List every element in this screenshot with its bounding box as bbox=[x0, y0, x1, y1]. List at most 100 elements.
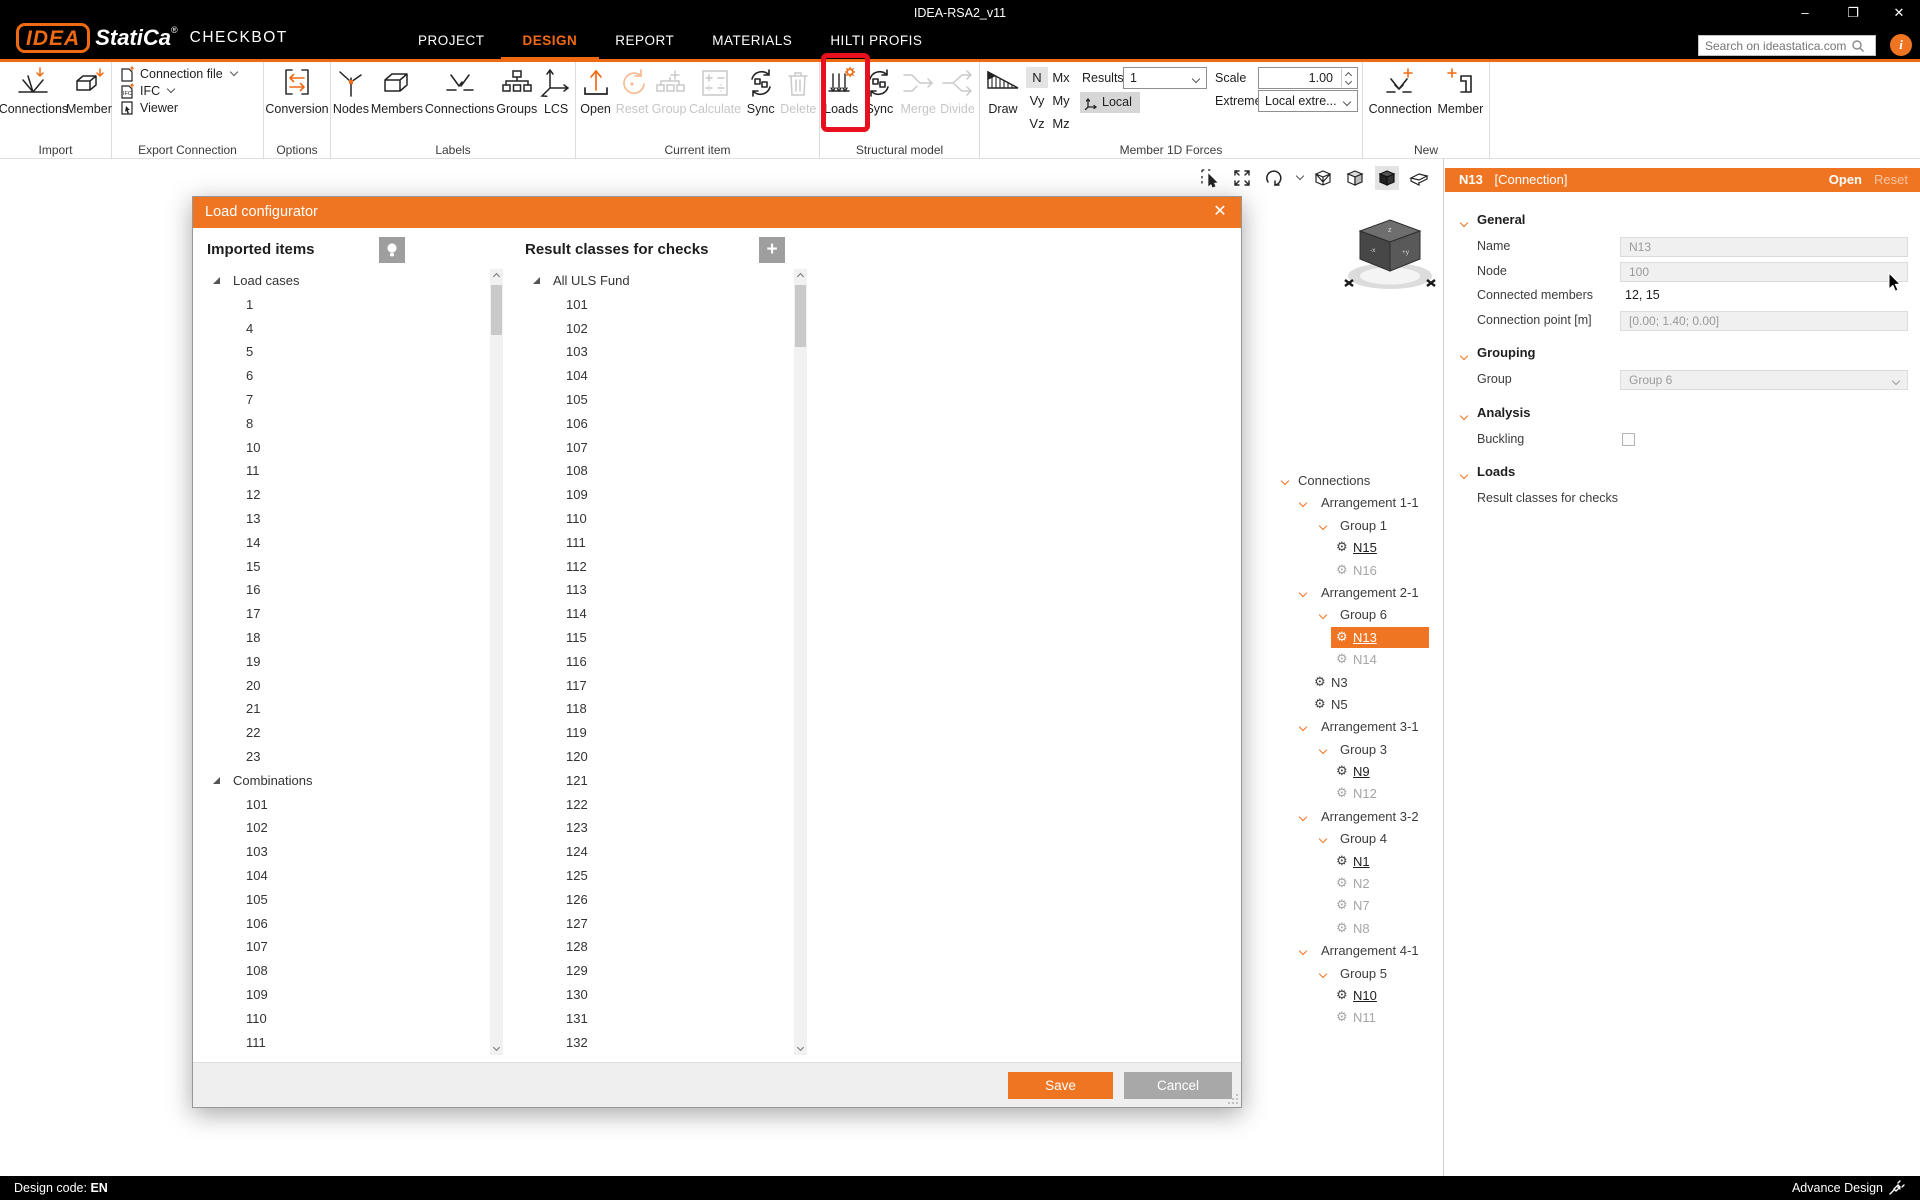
list-item[interactable]: 111 bbox=[205, 1031, 503, 1055]
tree-item-n14[interactable]: ⚙N14 bbox=[1278, 649, 1440, 671]
list-item[interactable]: 126 bbox=[525, 888, 807, 912]
list-item[interactable]: 117 bbox=[525, 674, 807, 698]
list-item[interactable]: 7 bbox=[205, 388, 503, 412]
list-item[interactable]: 115 bbox=[525, 626, 807, 650]
list-item[interactable]: 15 bbox=[205, 555, 503, 579]
tree-item-group-1[interactable]: Group 1 bbox=[1278, 515, 1440, 537]
list-item[interactable]: 110 bbox=[525, 507, 807, 531]
list-item[interactable]: 103 bbox=[525, 340, 807, 364]
chevron-down-icon[interactable] bbox=[1299, 947, 1307, 955]
toggle-vy[interactable]: Vy bbox=[1026, 90, 1048, 111]
ifc-button[interactable]: IFC IFC bbox=[120, 83, 174, 99]
list-item[interactable]: 10 bbox=[205, 436, 503, 460]
list-item[interactable]: 109 bbox=[205, 983, 503, 1007]
node-control[interactable]: 100 bbox=[1620, 262, 1908, 282]
draw-button[interactable]: Draw bbox=[985, 65, 1021, 116]
list-item[interactable]: 21 bbox=[205, 697, 503, 721]
conversion-button[interactable]: Conversion bbox=[265, 65, 328, 116]
list-item[interactable]: 6 bbox=[205, 364, 503, 388]
connection-point-m--control[interactable]: [0.00; 1.40; 0.00] bbox=[1620, 311, 1908, 331]
member-import-button[interactable]: Member bbox=[67, 65, 111, 116]
list-item[interactable]: 132 bbox=[525, 1031, 807, 1055]
orbit-icon[interactable] bbox=[1262, 166, 1286, 190]
tree-item-group-3[interactable]: Group 3 bbox=[1278, 739, 1440, 761]
menu-report[interactable]: REPORT bbox=[615, 26, 674, 59]
hint-lightbulb-button[interactable] bbox=[379, 237, 405, 263]
list-item[interactable]: 114 bbox=[525, 602, 807, 626]
tree-item-n16[interactable]: ⚙N16 bbox=[1278, 560, 1440, 582]
section-grouping[interactable]: Grouping bbox=[1445, 345, 1920, 369]
list-item[interactable]: 131 bbox=[525, 1007, 807, 1031]
list-item[interactable]: 20 bbox=[205, 674, 503, 698]
list-item[interactable]: 5 bbox=[205, 340, 503, 364]
restore-button[interactable]: ❐ bbox=[1838, 2, 1868, 24]
extreme-select[interactable]: Local extre... bbox=[1258, 90, 1358, 112]
solid-cube-icon[interactable] bbox=[1375, 166, 1399, 190]
new-member-button[interactable]: Member bbox=[1438, 65, 1484, 116]
chevron-down-icon[interactable] bbox=[1319, 835, 1327, 843]
list-item[interactable]: 107 bbox=[205, 935, 503, 959]
chevron-down-icon[interactable] bbox=[1299, 723, 1307, 731]
list-item[interactable]: 109 bbox=[525, 483, 807, 507]
list-item[interactable]: 14 bbox=[205, 531, 503, 555]
tree-item-group-4[interactable]: Group 4 bbox=[1278, 828, 1440, 850]
add-result-class-button[interactable]: + bbox=[759, 237, 785, 263]
local-button[interactable]: Local bbox=[1080, 92, 1140, 113]
delete-button[interactable]: Delete bbox=[780, 65, 816, 116]
list-item[interactable]: 110 bbox=[205, 1007, 503, 1031]
menu-design[interactable]: DESIGN bbox=[523, 26, 578, 59]
tree-item-n11[interactable]: ⚙N11 bbox=[1278, 1007, 1440, 1029]
toggle-mz[interactable]: Mz bbox=[1050, 113, 1072, 134]
tree-item-n10[interactable]: ⚙N10 bbox=[1278, 985, 1440, 1007]
tree-item-n12[interactable]: ⚙N12 bbox=[1278, 783, 1440, 805]
chevron-down-icon[interactable] bbox=[1299, 813, 1307, 821]
tree-item-n5[interactable]: ⚙N5 bbox=[1278, 694, 1440, 716]
nodes-button[interactable]: Nodes bbox=[333, 65, 369, 116]
open-button[interactable]: Open bbox=[579, 65, 613, 116]
list-item[interactable]: 108 bbox=[525, 459, 807, 483]
list-item[interactable]: 101 bbox=[205, 793, 503, 817]
reset-connection-button[interactable]: Reset bbox=[1874, 168, 1908, 192]
dialog-close-icon[interactable]: ✕ bbox=[1199, 197, 1241, 228]
wireframe-cube-icon[interactable] bbox=[1311, 166, 1335, 190]
list-item[interactable]: 105 bbox=[525, 388, 807, 412]
list-item[interactable]: 18 bbox=[205, 626, 503, 650]
sync-button[interactable]: Sync bbox=[744, 65, 778, 116]
open-connection-button[interactable]: Open bbox=[1829, 168, 1862, 192]
connected-members-control[interactable]: 12, 15 bbox=[1625, 288, 1660, 302]
chevron-down-icon[interactable] bbox=[1460, 219, 1468, 227]
chevron-down-icon[interactable] bbox=[1460, 411, 1468, 419]
chevron-down-icon[interactable] bbox=[1299, 499, 1307, 507]
fit-view-icon[interactable] bbox=[1230, 166, 1254, 190]
chevron-down-icon[interactable] bbox=[1319, 745, 1327, 753]
connections-import-button[interactable]: Connections bbox=[0, 65, 67, 116]
connections-labels-button[interactable]: Connections bbox=[425, 65, 495, 116]
tree-item-n2[interactable]: ⚙N2 bbox=[1278, 873, 1440, 895]
chevron-down-icon[interactable] bbox=[1460, 352, 1468, 360]
chevron-down-icon[interactable] bbox=[1299, 589, 1307, 597]
group-control[interactable]: Group 6 bbox=[1620, 370, 1908, 390]
list-item[interactable]: 13 bbox=[205, 507, 503, 531]
chevron-down-icon[interactable] bbox=[1460, 471, 1468, 479]
tree-item-n15[interactable]: ⚙N15 bbox=[1278, 537, 1440, 559]
save-button[interactable]: Save bbox=[1008, 1072, 1113, 1099]
tree-item-arrangement-3-2[interactable]: Arrangement 3-2 bbox=[1278, 806, 1440, 828]
list-item[interactable]: 125 bbox=[525, 864, 807, 888]
cancel-button[interactable]: Cancel bbox=[1124, 1072, 1232, 1099]
tree-item-n9[interactable]: ⚙N9 bbox=[1278, 761, 1440, 783]
result-scrollbar[interactable] bbox=[794, 269, 807, 1055]
list-item[interactable]: 120 bbox=[525, 745, 807, 769]
list-item[interactable]: 112 bbox=[525, 555, 807, 579]
toggle-mx[interactable]: Mx bbox=[1050, 67, 1072, 88]
tree-item-arrangement-3-1[interactable]: Arrangement 3-1 bbox=[1278, 716, 1440, 738]
list-item[interactable]: 12 bbox=[205, 483, 503, 507]
imported-scrollbar[interactable] bbox=[490, 269, 503, 1055]
divide-button[interactable]: Divide bbox=[940, 65, 975, 116]
tree-item-n8[interactable]: ⚙N8 bbox=[1278, 918, 1440, 940]
list-item[interactable]: 106 bbox=[525, 412, 807, 436]
close-button[interactable]: ✕ bbox=[1884, 2, 1914, 24]
list-item[interactable]: 105 bbox=[205, 888, 503, 912]
expander-icon[interactable] bbox=[533, 277, 540, 284]
new-connection-button[interactable]: Connection bbox=[1369, 65, 1432, 116]
list-item[interactable]: 127 bbox=[525, 912, 807, 936]
